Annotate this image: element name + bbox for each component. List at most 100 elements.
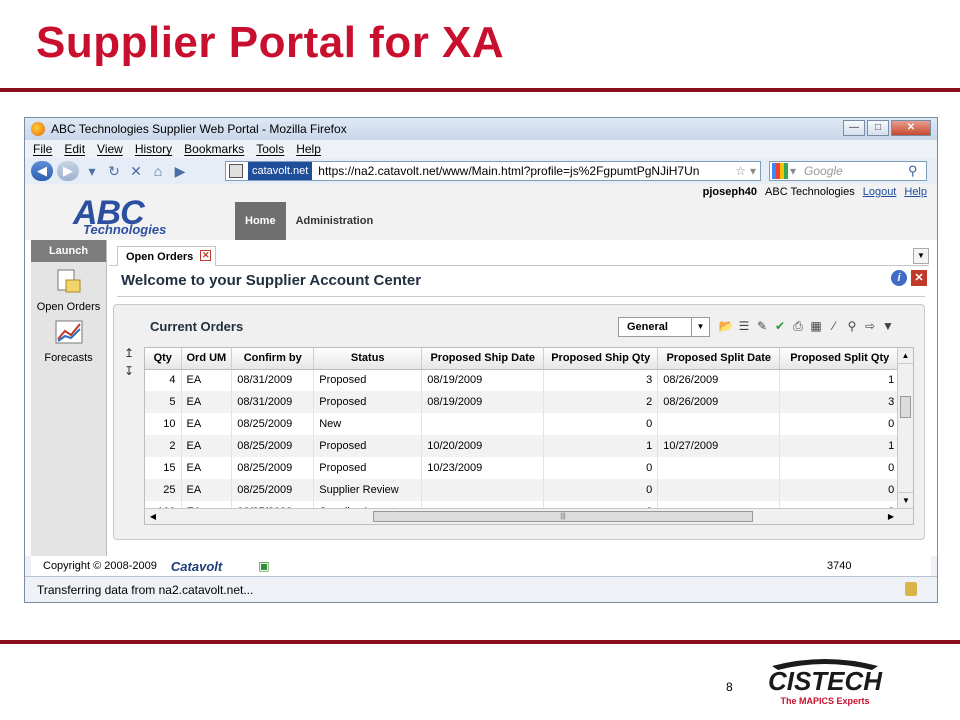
cell-status: New (313, 413, 423, 435)
column-header-proposed-split-qty[interactable]: Proposed Split Qty (779, 348, 901, 370)
vertical-scrollbar[interactable]: ▲ ▼ (897, 348, 913, 508)
help-link[interactable]: Help (904, 186, 927, 198)
window-titlebar: ABC Technologies Supplier Web Portal - M… (25, 118, 937, 140)
close-tab-icon[interactable]: ✕ (200, 250, 212, 261)
view-select-dropdown-icon[interactable]: ▼ (691, 318, 709, 336)
address-bar[interactable]: catavolt.net https://na2.catavolt.net/ww… (225, 161, 761, 181)
column-header-proposed-ship-qty[interactable]: Proposed Ship Qty (543, 348, 659, 370)
column-header-confirm-by[interactable]: Confirm by (231, 348, 315, 370)
menu-file[interactable]: File (33, 142, 52, 156)
search-bar[interactable]: ▾ Google ⚲ (769, 161, 927, 181)
cell-um: EA (181, 369, 233, 391)
orders-table: Qty Ord UM Confirm by Status Proposed Sh… (145, 348, 901, 523)
minimize-button[interactable]: — (843, 120, 865, 136)
google-icon[interactable] (772, 163, 788, 179)
list-icon[interactable]: ☰ (736, 317, 752, 335)
row-expand-controls: ↥ ↧ (122, 347, 136, 377)
column-header-status[interactable]: Status (313, 348, 423, 370)
more-options-icon[interactable]: ▼ (880, 317, 896, 335)
edit-icon[interactable]: ✎ (754, 317, 770, 335)
cell-split-date: 10/27/2009 (657, 435, 781, 457)
tab-list-dropdown-icon[interactable]: ▼ (913, 248, 929, 264)
tab-administration[interactable]: Administration (286, 202, 384, 240)
url-text[interactable]: https://na2.catavolt.net/www/Main.html?p… (318, 164, 735, 178)
vertical-scroll-thumb[interactable] (900, 396, 911, 418)
accept-check-icon[interactable]: ✔ (772, 317, 788, 335)
maximize-button[interactable]: □ (867, 120, 889, 136)
bookmark-page-icon[interactable]: ▶ (171, 162, 189, 180)
content-tab-bar: Open Orders ✕ ▼ (109, 246, 929, 266)
scroll-down-icon[interactable]: ▼ (898, 492, 913, 508)
reload-icon[interactable]: ↻ (105, 162, 123, 180)
print-icon[interactable]: ⎙ (790, 317, 806, 335)
column-header-ord-um[interactable]: Ord UM (181, 348, 233, 370)
scroll-left-icon[interactable]: ◀ (145, 509, 161, 524)
cell-split-qty: 0 (779, 479, 901, 501)
site-identity-badge[interactable]: catavolt.net (248, 162, 313, 180)
cell-ship-qty: 0 (543, 457, 659, 479)
expand-up-icon[interactable]: ↥ (122, 347, 136, 359)
site-identity-icon[interactable] (229, 164, 243, 178)
bookmark-star-icon[interactable]: ☆ (735, 164, 746, 178)
cell-split-qty: 1 (779, 369, 901, 391)
cell-ship-date: 08/19/2009 (421, 391, 545, 413)
back-arrow-icon[interactable]: ◀ (31, 161, 53, 181)
search-icon[interactable]: ⚲ (908, 163, 926, 179)
navigation-toolbar: ◀ ▶ ▾ ↻ ✕ ⌂ ▶ catavolt.net https://na2.c… (25, 158, 937, 184)
cell-ship-date (421, 413, 545, 435)
menu-bar: File Edit View History Bookmarks Tools H… (25, 140, 937, 158)
export-icon[interactable]: ⇨ (862, 317, 878, 335)
column-header-proposed-split-date[interactable]: Proposed Split Date (657, 348, 781, 370)
column-header-qty[interactable]: Qty (145, 348, 182, 370)
tab-open-orders[interactable]: Open Orders ✕ (117, 246, 217, 266)
open-folder-icon[interactable]: 📂 (718, 317, 734, 335)
view-select[interactable]: General ▼ (618, 317, 710, 337)
history-dropdown-icon[interactable]: ▾ (83, 162, 101, 180)
current-orders-panel: Current Orders General ▼ 📂 ☰ ✎ ✔ ⎙ ▦ ⁄ ⚲ (113, 304, 925, 540)
url-dropdown-icon[interactable]: ▾ (750, 164, 756, 178)
menu-view[interactable]: View (97, 142, 123, 156)
close-window-button[interactable]: ✕ (891, 120, 931, 136)
launch-open-orders[interactable]: Open Orders (31, 268, 106, 313)
scroll-up-icon[interactable]: ▲ (898, 348, 913, 364)
attach-icon[interactable]: ⁄ (826, 317, 842, 335)
table-row[interactable]: 25 EA 08/25/2009 Supplier Review 0 0 (145, 479, 901, 501)
table-row[interactable]: 10 EA 08/25/2009 New 0 0 (145, 413, 901, 435)
column-header-proposed-ship-date[interactable]: Proposed Ship Date (421, 348, 545, 370)
info-icon[interactable]: i (891, 270, 907, 286)
table-row[interactable]: 5 EA 08/31/2009 Proposed 08/19/2009 2 08… (145, 391, 901, 413)
cell-ship-date: 10/20/2009 (421, 435, 545, 457)
menu-tools[interactable]: Tools (256, 142, 284, 156)
cell-split-date (657, 413, 781, 435)
search-engine-dropdown-icon[interactable]: ▾ (790, 164, 796, 178)
cell-split-qty: 0 (779, 413, 901, 435)
home-icon[interactable]: ⌂ (149, 162, 167, 180)
search-input[interactable]: Google (804, 164, 908, 178)
package-icon[interactable]: ▦ (808, 317, 824, 335)
find-icon[interactable]: ⚲ (844, 317, 860, 335)
cell-split-date: 08/26/2009 (657, 391, 781, 413)
cell-ship-qty: 3 (543, 369, 659, 391)
menu-help[interactable]: Help (296, 142, 321, 156)
scroll-right-icon[interactable]: ▶ (883, 509, 899, 524)
table-row[interactable]: 2 EA 08/25/2009 Proposed 10/20/2009 1 10… (145, 435, 901, 457)
horizontal-scroll-thumb[interactable]: ||| (373, 511, 753, 522)
menu-edit[interactable]: Edit (64, 142, 85, 156)
stop-icon[interactable]: ✕ (127, 162, 145, 180)
table-row[interactable]: 4 EA 08/31/2009 Proposed 08/19/2009 3 08… (145, 369, 901, 391)
table-row[interactable]: 15 EA 08/25/2009 Proposed 10/23/2009 0 0 (145, 457, 901, 479)
cell-qty: 10 (145, 413, 182, 435)
logout-link[interactable]: Logout (863, 186, 897, 198)
status-text: Transferring data from na2.catavolt.net.… (37, 583, 254, 597)
menu-bookmarks[interactable]: Bookmarks (184, 142, 244, 156)
close-panel-icon[interactable]: ✕ (911, 270, 927, 286)
forward-arrow-icon[interactable]: ▶ (57, 161, 79, 181)
cell-status: Proposed (313, 369, 423, 391)
horizontal-scrollbar[interactable]: ◀ ||| ▶ (145, 508, 913, 524)
tab-home[interactable]: Home (235, 202, 286, 240)
cell-ship-qty: 1 (543, 435, 659, 457)
menu-history[interactable]: History (135, 142, 172, 156)
company-name: ABC Technologies (765, 186, 855, 198)
launch-forecasts[interactable]: Forecasts (31, 319, 106, 364)
expand-down-icon[interactable]: ↧ (122, 365, 136, 377)
